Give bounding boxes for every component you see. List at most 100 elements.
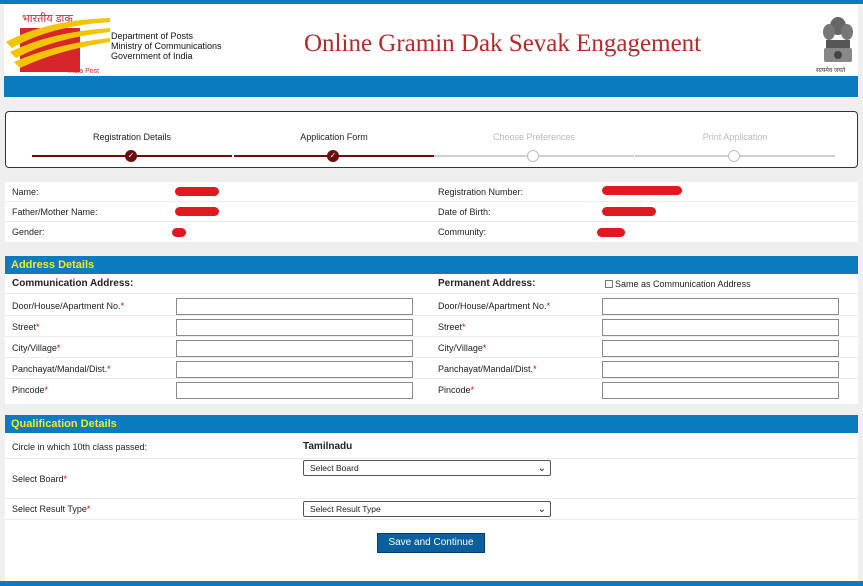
required-mark: * bbox=[44, 385, 49, 395]
perm-city-input[interactable] bbox=[602, 340, 839, 357]
table-row: Street* Street* bbox=[5, 317, 858, 337]
address-title-row: Communication Address: Permanent Address… bbox=[5, 274, 858, 294]
field-label: Panchayat/Mandal/Dist. bbox=[12, 364, 108, 374]
table-row: Door/House/Apartment No.* Door/House/Apa… bbox=[5, 296, 858, 316]
perm-pincode-label: Pincode* bbox=[438, 380, 474, 400]
result-type-select[interactable]: Select Result Type ⌄ bbox=[303, 501, 551, 517]
comm-street-input[interactable] bbox=[176, 319, 413, 336]
field-label: Panchayat/Mandal/Dist. bbox=[438, 364, 534, 374]
required-mark: * bbox=[107, 364, 111, 374]
comm-city-input[interactable] bbox=[176, 340, 413, 357]
table-row: Pincode* Pincode* bbox=[5, 380, 858, 400]
date-of-birth-label: Date of Birth: bbox=[438, 207, 491, 217]
qualification-form: Circle in which 10th class passed: Tamil… bbox=[5, 433, 858, 581]
perm-door-label: Door/House/Apartment No.* bbox=[438, 296, 550, 316]
name-label: Name: bbox=[12, 187, 39, 197]
registration-number-label: Registration Number: bbox=[438, 187, 524, 197]
required-mark: * bbox=[462, 322, 466, 332]
step-print-application: Print Application bbox=[635, 112, 835, 167]
field-label: City/Village bbox=[12, 343, 57, 353]
result-type-label: Select Result Type* bbox=[12, 499, 90, 519]
step-label: Registration Details bbox=[92, 132, 172, 142]
save-and-continue-button[interactable]: Save and Continue bbox=[377, 533, 485, 553]
department-text: Department of Posts Ministry of Communic… bbox=[111, 31, 222, 61]
comm-panchayat-label: Panchayat/Mandal/Dist.* bbox=[12, 359, 111, 379]
step-label: Print Application bbox=[702, 132, 768, 142]
step-registration-details: Registration Details ✓ bbox=[32, 112, 232, 167]
required-mark: * bbox=[482, 343, 487, 353]
header-blue-bar bbox=[4, 76, 858, 97]
required-mark: * bbox=[533, 364, 537, 374]
field-label: Select Result Type bbox=[12, 504, 87, 514]
field-label: Street bbox=[12, 322, 37, 332]
required-mark: * bbox=[86, 504, 91, 514]
community-label: Community: bbox=[438, 227, 487, 237]
circle-value: Tamilnadu bbox=[303, 441, 353, 452]
comm-panchayat-input[interactable] bbox=[176, 361, 413, 378]
board-label: Select Board* bbox=[12, 469, 67, 489]
address-details-header: Address Details bbox=[5, 256, 858, 274]
qualification-details-header: Qualification Details bbox=[5, 415, 858, 433]
field-label: Street bbox=[438, 322, 463, 332]
circle-icon bbox=[728, 150, 740, 162]
step-application-form: Application Form ✓ bbox=[234, 112, 434, 167]
field-label: Pincode bbox=[12, 385, 45, 395]
table-row: Father/Mother Name: Date of Birth: bbox=[5, 202, 858, 222]
comm-door-input[interactable] bbox=[176, 298, 413, 315]
perm-street-label: Street* bbox=[438, 317, 466, 337]
comm-street-label: Street* bbox=[12, 317, 40, 337]
result-type-select-value: Select Result Type bbox=[310, 504, 381, 514]
chevron-down-icon: ⌄ bbox=[537, 504, 546, 515]
field-label: Door/House/Apartment No. bbox=[438, 301, 547, 311]
check-icon: ✓ bbox=[125, 150, 137, 162]
table-row: Circle in which 10th class passed: Tamil… bbox=[5, 437, 858, 459]
table-row: Name: Registration Number: bbox=[5, 182, 858, 202]
redacted-registration-number bbox=[602, 186, 682, 195]
progress-steps: Registration Details ✓ Application Form … bbox=[5, 111, 858, 168]
table-row: Select Board* Select Board ⌄ bbox=[5, 459, 858, 499]
table-row: Panchayat/Mandal/Dist.* Panchayat/Mandal… bbox=[5, 359, 858, 379]
required-mark: * bbox=[63, 474, 68, 484]
redacted-community bbox=[597, 228, 625, 237]
bottom-accent-bar bbox=[0, 581, 863, 586]
perm-panchayat-input[interactable] bbox=[602, 361, 839, 378]
communication-address-title: Communication Address: bbox=[12, 278, 134, 289]
table-row: City/Village* City/Village* bbox=[5, 338, 858, 358]
perm-door-input[interactable] bbox=[602, 298, 839, 315]
perm-pincode-input[interactable] bbox=[602, 382, 839, 399]
redacted-date-of-birth bbox=[602, 207, 656, 216]
same-as-checkbox[interactable] bbox=[605, 280, 613, 288]
required-mark: * bbox=[546, 301, 551, 311]
redacted-name bbox=[175, 187, 219, 196]
emblem-caption: सत्यमेव जयते bbox=[816, 68, 846, 74]
table-row: Gender: Community: bbox=[5, 222, 858, 242]
board-select-value: Select Board bbox=[310, 463, 359, 473]
department-line-1: Department of Posts bbox=[111, 31, 194, 41]
required-mark: * bbox=[56, 343, 61, 353]
table-row: Select Result Type* Select Result Type ⌄ bbox=[5, 499, 858, 520]
comm-door-label: Door/House/Apartment No.* bbox=[12, 296, 124, 316]
comm-city-label: City/Village* bbox=[12, 338, 60, 358]
field-label: Pincode bbox=[438, 385, 471, 395]
field-label: Door/House/Apartment No. bbox=[12, 301, 121, 311]
perm-street-input[interactable] bbox=[602, 319, 839, 336]
same-as-label: Same as Communication Address bbox=[615, 279, 751, 289]
logo-hindi-text: भारतीय डाक bbox=[22, 13, 73, 25]
field-label: Select Board bbox=[12, 474, 64, 484]
required-mark: * bbox=[120, 301, 125, 311]
parent-name-label: Father/Mother Name: bbox=[12, 207, 98, 217]
page-title: Online Gramin Dak Sevak Engagement bbox=[304, 30, 702, 57]
logo-caption: India Post bbox=[68, 68, 100, 75]
permanent-address-title: Permanent Address: bbox=[438, 278, 536, 289]
comm-pincode-input[interactable] bbox=[176, 382, 413, 399]
check-icon: ✓ bbox=[327, 150, 339, 162]
address-form: Communication Address: Permanent Address… bbox=[5, 274, 858, 404]
board-select[interactable]: Select Board ⌄ bbox=[303, 460, 551, 476]
step-label: Application Form bbox=[300, 132, 368, 142]
perm-panchayat-label: Panchayat/Mandal/Dist.* bbox=[438, 359, 537, 379]
applicant-summary: Name: Registration Number: Father/Mother… bbox=[5, 182, 858, 242]
site-header: भारतीय डाक India Post Department of Post… bbox=[4, 4, 858, 76]
comm-pincode-label: Pincode* bbox=[12, 380, 48, 400]
department-line-2: Ministry of Communications bbox=[111, 41, 222, 51]
chevron-down-icon: ⌄ bbox=[537, 463, 546, 474]
